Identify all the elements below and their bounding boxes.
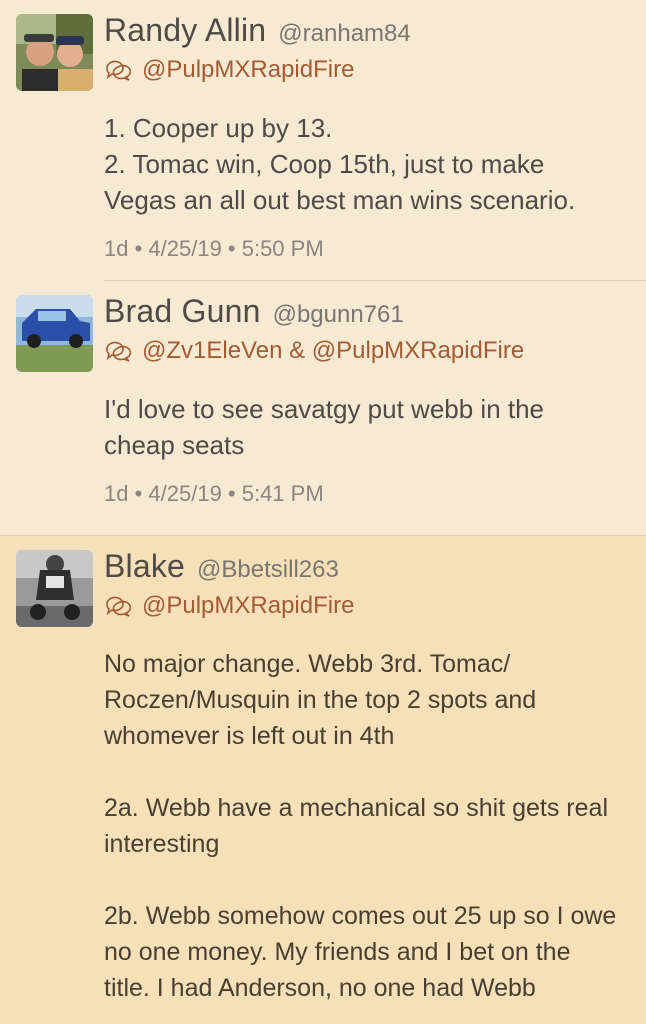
tweet[interactable]: Brad Gunn @bgunn761 @Zv1EleVen & @PulpMX… — [0, 281, 646, 536]
avatar-image — [16, 14, 93, 91]
tweet-text: 1. Cooper up by 13. 2. Tomac win, Coop 1… — [104, 113, 576, 215]
avatar[interactable] — [16, 550, 93, 627]
reply-to-handles[interactable]: @Zv1EleVen & @PulpMXRapidFire — [142, 337, 524, 365]
avatar-image — [16, 550, 93, 627]
display-name[interactable]: Blake — [104, 548, 185, 585]
tweet-header: Blake @Bbetsill263 — [104, 548, 622, 588]
tweet-timestamp[interactable]: 1d • 4/25/19 • 5:41 PM — [104, 481, 622, 507]
reply-context[interactable]: @PulpMXRapidFire — [104, 54, 622, 86]
avatar[interactable] — [16, 14, 93, 91]
display-name[interactable]: Brad Gunn — [104, 293, 261, 330]
tweet-timestamp[interactable]: 1d • 4/25/19 • 5:50 PM — [104, 236, 622, 262]
avatar[interactable] — [16, 295, 93, 372]
reply-to-handles[interactable]: @PulpMXRapidFire — [142, 56, 354, 84]
tweet-header: Brad Gunn @bgunn761 — [104, 293, 622, 333]
user-handle[interactable]: @Bbetsill263 — [197, 556, 339, 584]
tweet[interactable]: Randy Allin @ranham84 @PulpMXRapidFire 1… — [0, 0, 646, 281]
user-handle[interactable]: @ranham84 — [278, 20, 410, 48]
tweet-header: Randy Allin @ranham84 — [104, 12, 622, 52]
tweet-highlighted[interactable]: Blake @Bbetsill263 @PulpMXRapidFire No m… — [0, 536, 646, 1024]
tweet-text: No major change. Webb 3rd. Tomac/ Roczen… — [104, 650, 617, 1002]
conversation-bubbles-icon — [104, 595, 134, 617]
avatar-image — [16, 295, 93, 372]
display-name[interactable]: Randy Allin — [104, 12, 266, 49]
tweet-text: I'd love to see savatgy put webb in the … — [104, 394, 545, 460]
reply-to-handles[interactable]: @PulpMXRapidFire — [142, 592, 354, 620]
user-handle[interactable]: @bgunn761 — [273, 301, 404, 329]
timeline-feed: Randy Allin @ranham84 @PulpMXRapidFire 1… — [0, 0, 646, 1024]
conversation-bubbles-icon — [104, 59, 134, 81]
reply-context[interactable]: @Zv1EleVen & @PulpMXRapidFire — [104, 335, 622, 367]
reply-context[interactable]: @PulpMXRapidFire — [104, 590, 622, 622]
conversation-bubbles-icon — [104, 340, 134, 362]
